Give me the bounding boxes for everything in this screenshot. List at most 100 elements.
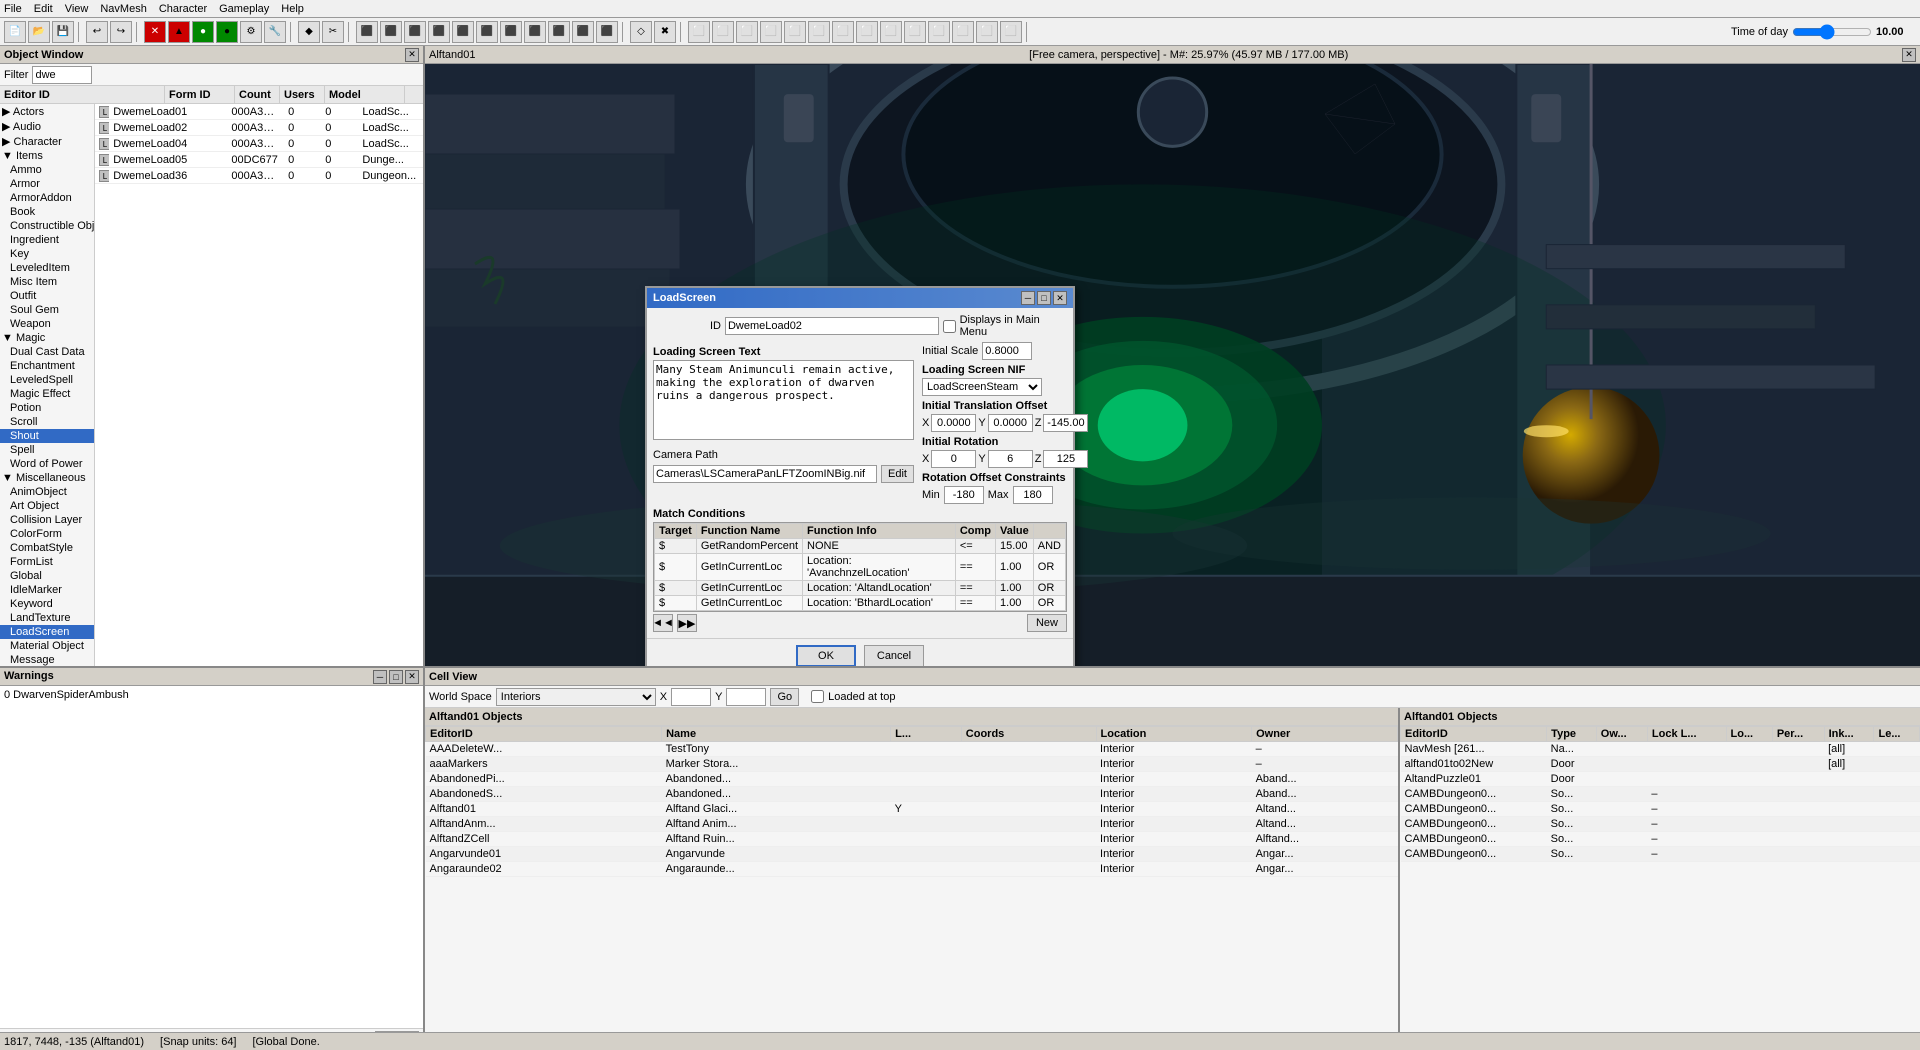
tree-item-collision-layer[interactable]: Collision Layer (0, 513, 94, 527)
filter-input[interactable] (32, 66, 92, 84)
toolbar-btn21[interactable]: ⬛ (596, 21, 618, 43)
toolbar-btn9[interactable]: ◆ (298, 21, 320, 43)
table-row[interactable]: CAMBDungeon0...So...– (1401, 787, 1920, 802)
tree-item-outfit[interactable]: Outfit (0, 289, 94, 303)
toolbar-btn27[interactable]: ⬜ (760, 21, 782, 43)
toolbar-btn36[interactable]: ⬜ (976, 21, 998, 43)
toolbar-btn35[interactable]: ⬜ (952, 21, 974, 43)
toolbar-btn19[interactable]: ⬛ (548, 21, 570, 43)
toolbar-btn33[interactable]: ⬜ (904, 21, 926, 43)
displays-in-main-menu-checkbox[interactable] (943, 320, 956, 333)
tree-item-leveleditem[interactable]: LeveledItem (0, 261, 94, 275)
toolbar-btn6[interactable]: ● (216, 21, 238, 43)
table-row[interactable]: CAMBDungeon0...So...– (1401, 802, 1920, 817)
tree-item-word-of-power[interactable]: Word of Power (0, 457, 94, 471)
match-table-row[interactable]: $GetInCurrentLocLocation: 'AvanchnzelLoc… (655, 554, 1066, 581)
dialog-close-btn[interactable]: ✕ (1053, 291, 1067, 305)
toolbar-btn23[interactable]: ✖ (654, 21, 676, 43)
tree-item-miscellaneous[interactable]: ▼ Miscellaneous (0, 471, 94, 485)
tree-item-potion[interactable]: Potion (0, 401, 94, 415)
tree-item-idlemarker[interactable]: IdleMarker (0, 583, 94, 597)
match-table-row[interactable]: $GetInCurrentLocLocation: 'BthardandLoca… (655, 611, 1066, 613)
dialog-maximize-btn[interactable]: □ (1037, 291, 1051, 305)
table-row[interactable]: NavMesh [261...Na...[all] (1401, 742, 1920, 757)
tree-item-keyword[interactable]: Keyword (0, 597, 94, 611)
tree-item-combatstyle[interactable]: CombatStyle (0, 541, 94, 555)
time-slider[interactable] (1792, 24, 1872, 40)
table-row[interactable]: alftand01to02NewDoor[all] (1401, 757, 1920, 772)
toolbar-btn24[interactable]: ⬜ (688, 21, 710, 43)
toolbar-btn28[interactable]: ⬜ (784, 21, 806, 43)
rot-z-input[interactable] (1043, 450, 1088, 468)
loaded-at-top-checkbox[interactable] (811, 690, 824, 703)
table-row[interactable]: AlftandAnm...Alftand Anim...InteriorAlta… (426, 817, 1398, 832)
tree-item-character[interactable]: ▶ Character (0, 134, 94, 149)
table-row[interactable]: AbandonedS...Abandoned...InteriorAband..… (426, 787, 1398, 802)
trans-z-input[interactable] (1043, 414, 1088, 432)
toolbar-btn3[interactable]: ✕ (144, 21, 166, 43)
table-row[interactable]: AlftandZCellAlftand Ruin...InteriorAlfta… (426, 832, 1398, 847)
world-space-dropdown[interactable]: Interiors (496, 688, 656, 706)
table-row[interactable]: LDwemeLoad02000A303600LoadSc... (95, 120, 423, 136)
match-next-btn[interactable]: ▶▶ (677, 614, 697, 632)
toolbar-btn37[interactable]: ⬜ (1000, 21, 1022, 43)
match-new-btn[interactable]: New (1027, 614, 1067, 632)
toolbar-redo[interactable]: ↪ (110, 21, 132, 43)
rot-x-input[interactable] (931, 450, 976, 468)
warnings-minimize-btn[interactable]: ─ (373, 670, 387, 684)
toolbar-btn14[interactable]: ⬛ (428, 21, 450, 43)
table-row[interactable]: LDwemeLoad01000A39A800LoadSc... (95, 104, 423, 120)
toolbar-new[interactable]: 📄 (4, 21, 26, 43)
table-row[interactable]: Angaraunde02Angaraunde...InteriorAngar..… (426, 862, 1398, 877)
toolbar-btn34[interactable]: ⬜ (928, 21, 950, 43)
tree-item-shout[interactable]: Shout (0, 429, 94, 443)
tree-item-ingredient[interactable]: Ingredient (0, 233, 94, 247)
tree-item-scroll[interactable]: Scroll (0, 415, 94, 429)
camera-path-edit-btn[interactable]: Edit (881, 465, 914, 483)
tree-item-soul-gem[interactable]: Soul Gem (0, 303, 94, 317)
tree-item-ammo[interactable]: Ammo (0, 163, 94, 177)
warnings-close-btn[interactable]: ✕ (405, 670, 419, 684)
tree-item-book[interactable]: Book (0, 205, 94, 219)
camera-path-input[interactable] (653, 465, 877, 483)
cell-left-scroll[interactable]: EditorID Name L... Coords Location Owner… (425, 726, 1398, 1050)
loading-screen-text-area[interactable]: Many Steam Animunculi remain active, mak… (653, 360, 914, 440)
toolbar-btn5[interactable]: ● (192, 21, 214, 43)
toolbar-btn22[interactable]: ◇ (630, 21, 652, 43)
toolbar-btn17[interactable]: ⬛ (500, 21, 522, 43)
tree-item-formlist[interactable]: FormList (0, 555, 94, 569)
tree-item-armor[interactable]: Armor (0, 177, 94, 191)
cancel-button[interactable]: Cancel (864, 645, 924, 666)
trans-y-input[interactable] (988, 414, 1033, 432)
viewport-close-btn[interactable]: ✕ (1902, 48, 1916, 62)
tree-item-weapon[interactable]: Weapon (0, 317, 94, 331)
max-input[interactable] (1013, 486, 1053, 504)
initial-scale-input[interactable] (982, 342, 1032, 360)
tree-item-misc-item[interactable]: Misc Item (0, 275, 94, 289)
toolbar-open[interactable]: 📂 (28, 21, 50, 43)
menu-file[interactable]: File (4, 3, 22, 15)
tree-item-leveledspell[interactable]: LeveledSpell (0, 373, 94, 387)
ok-button[interactable]: OK (796, 645, 856, 666)
table-row[interactable]: CAMBDungeon0...So...– (1401, 817, 1920, 832)
tree-item-key[interactable]: Key (0, 247, 94, 261)
toolbar-btn7[interactable]: ⚙ (240, 21, 262, 43)
menu-view[interactable]: View (65, 3, 89, 15)
table-row[interactable]: AltandPuzzle01Door (1401, 772, 1920, 787)
toolbar-btn26[interactable]: ⬜ (736, 21, 758, 43)
match-conditions-scroll[interactable]: Target Function Name Function Info Comp … (653, 522, 1067, 612)
tree-item-message[interactable]: Message (0, 653, 94, 666)
menu-edit[interactable]: Edit (34, 3, 53, 15)
tree-item-audio[interactable]: ▶ Audio (0, 119, 94, 134)
tree-item-loadscreen[interactable]: LoadScreen (0, 625, 94, 639)
match-table-row[interactable]: $GetRandomPercentNONE<=15.00AND (655, 539, 1066, 554)
toolbar-btn30[interactable]: ⬜ (832, 21, 854, 43)
toolbar-btn15[interactable]: ⬛ (452, 21, 474, 43)
toolbar-btn32[interactable]: ⬜ (880, 21, 902, 43)
tree-item-dual-cast-data[interactable]: Dual Cast Data (0, 345, 94, 359)
object-window-close-btn[interactable]: ✕ (405, 48, 419, 62)
match-table-row[interactable]: $GetInCurrentLocLocation: 'AltandLocatio… (655, 581, 1066, 596)
toolbar-save[interactable]: 💾 (52, 21, 74, 43)
dialog-minimize-btn[interactable]: ─ (1021, 291, 1035, 305)
table-row[interactable]: LDwemeLoad36000A308400Dungeon... (95, 168, 423, 184)
